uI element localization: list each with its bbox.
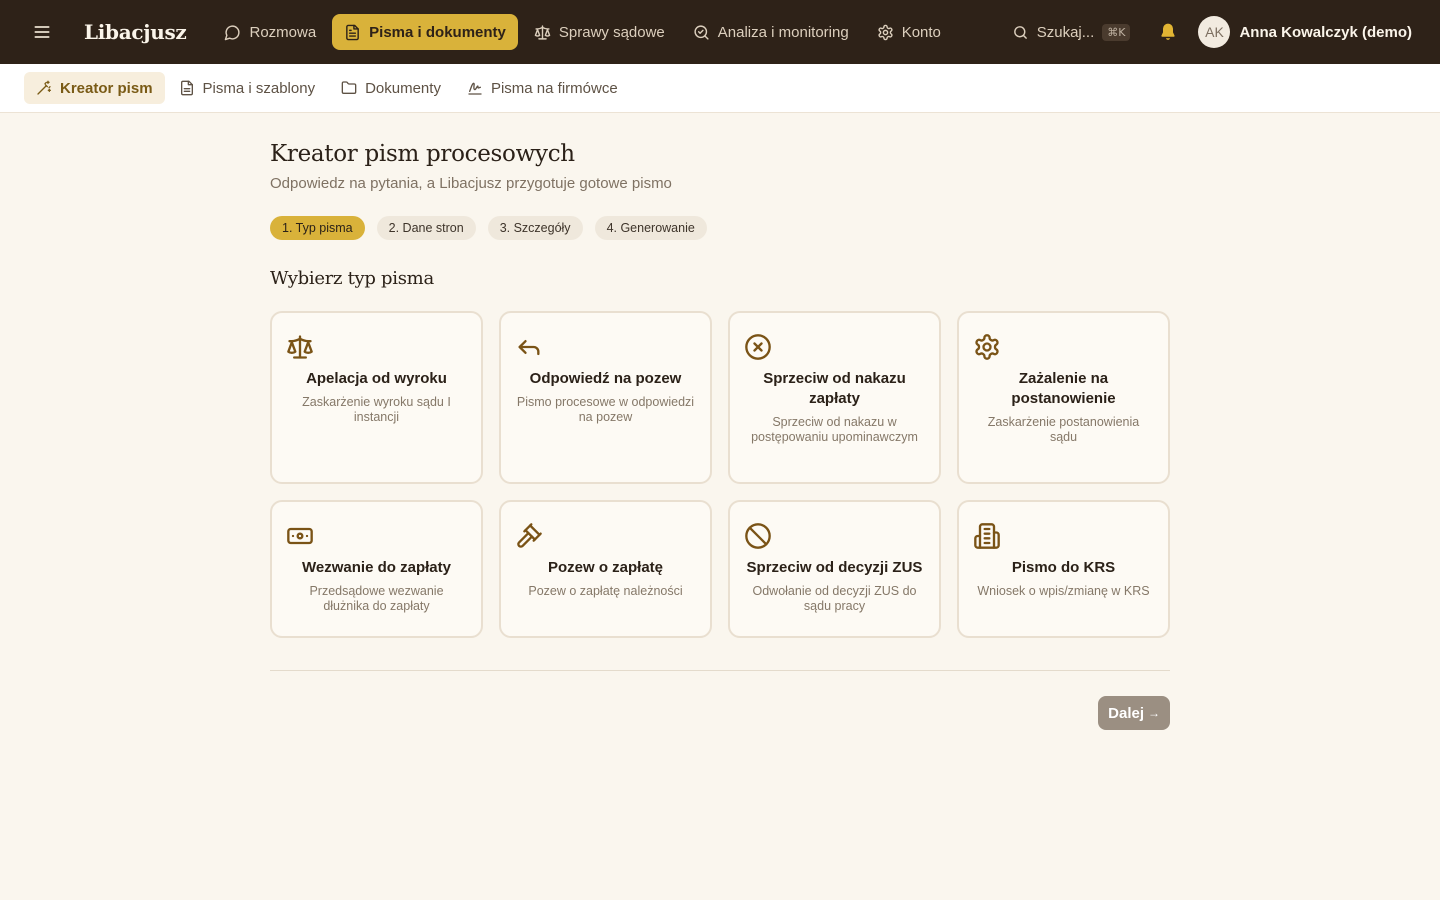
next-button[interactable]: Dalej → — [1098, 696, 1170, 730]
nav-item-label: Konto — [901, 23, 941, 41]
signature-icon — [467, 80, 483, 96]
subnav-item-pisma-i-szablony[interactable]: Pisma i szablony — [167, 72, 328, 104]
gear-icon — [973, 333, 1154, 361]
avatar: AK — [1198, 16, 1231, 48]
card-odpowiedz-na-pozew[interactable]: Odpowiedź na pozew Pismo procesowe w odp… — [499, 311, 712, 484]
card-description: Zaskarżenie wyroku sądu I instancji — [302, 395, 451, 424]
divider — [270, 670, 1170, 671]
arrow-right-icon: → — [1148, 706, 1160, 720]
chat-icon — [224, 24, 241, 41]
hamburger-menu-icon[interactable] — [32, 22, 52, 42]
top-navigation-bar: Libacjusz Rozmowa Pisma i dokumenty Spra… — [0, 0, 1440, 64]
ban-icon — [744, 522, 925, 550]
nav-item-konto[interactable]: Konto — [865, 14, 953, 50]
card-zazalenie-na-postanowienie[interactable]: Zażalenie na postanowienie Zaskarżenie p… — [957, 311, 1170, 484]
search-analysis-icon — [693, 24, 710, 41]
sub-navigation: Kreator pism Pisma i szablony Dokumenty … — [0, 64, 1440, 113]
wizard-actions: Dalej → — [270, 696, 1170, 730]
nav-item-label: Pisma i dokumenty — [369, 23, 506, 41]
x-circle-icon — [744, 333, 925, 361]
file-text-icon — [179, 80, 195, 96]
building-icon — [973, 522, 1154, 550]
card-title: Wezwanie do zapłaty — [302, 559, 451, 576]
main-nav: Rozmowa Pisma i dokumenty Sprawy sądowe … — [212, 14, 952, 50]
subnav-item-label: Kreator pism — [60, 79, 153, 97]
card-description: Pismo procesowe w odpowiedzi na pozew — [516, 395, 695, 424]
card-title: Odpowiedź na pozew — [529, 370, 682, 387]
subnav-item-dokumenty[interactable]: Dokumenty — [329, 72, 453, 104]
card-apelacja-od-wyroku[interactable]: Apelacja od wyroku Zaskarżenie wyroku są… — [270, 311, 483, 484]
bell-icon[interactable] — [1158, 22, 1178, 42]
keyboard-shortcut-badge: ⌘K — [1102, 23, 1131, 41]
card-pismo-do-krs[interactable]: Pismo do KRS Wniosek o wpis/zmianę w KRS — [957, 500, 1170, 638]
nav-item-label: Sprawy sądowe — [558, 23, 665, 41]
app-logo[interactable]: Libacjusz — [84, 20, 187, 44]
card-description: Pozew o zapłatę należności — [528, 584, 683, 598]
card-description: Zaskarżenie postanowienia sądu — [987, 415, 1140, 444]
main-content: Kreator pism procesowych Odpowiedz na py… — [270, 113, 1170, 730]
card-title: Zażalenie na postanowienie — [1011, 370, 1116, 407]
subnav-item-label: Pisma na firmówce — [490, 79, 618, 97]
card-sprzeciw-od-nakazu-zaplaty[interactable]: Sprzeciw od nakazu zapłaty Sprzeciw od n… — [728, 311, 941, 484]
folder-icon — [341, 80, 357, 96]
search-label: Szukaj... — [1036, 23, 1095, 41]
section-title: Wybierz typ pisma — [270, 268, 434, 289]
topbar-actions: Szukaj... ⌘K AK Anna Kowalczyk (demo) — [1012, 16, 1412, 48]
card-title: Sprzeciw od decyzji ZUS — [746, 559, 923, 576]
search-icon — [1012, 24, 1029, 41]
card-description: Przedsądowe wezwanie dłużnika do zapłaty — [309, 584, 444, 613]
card-pozew-o-zaplate[interactable]: Pozew o zapłatę Pozew o zapłatę należnoś… — [499, 500, 712, 638]
page-title: Kreator pism procesowych — [270, 141, 575, 167]
document-icon — [344, 24, 361, 41]
nav-item-pisma-i-dokumenty[interactable]: Pisma i dokumenty — [332, 14, 518, 50]
card-title: Apelacja od wyroku — [306, 370, 447, 387]
reply-arrow-icon — [515, 333, 696, 361]
card-title: Sprzeciw od nakazu zapłaty — [763, 370, 906, 407]
wizard-steps: 1. Typ pisma 2. Dane stron 3. Szczegóły … — [270, 216, 1170, 240]
card-title: Pismo do KRS — [1011, 559, 1116, 576]
magic-wand-icon — [36, 80, 52, 96]
search-button[interactable]: Szukaj... ⌘K — [1012, 23, 1131, 41]
card-description: Wniosek o wpis/zmianę w KRS — [977, 584, 1150, 598]
user-menu[interactable]: AK Anna Kowalczyk (demo) — [1198, 16, 1412, 48]
scale-icon — [534, 24, 551, 41]
step-typ-pisma: 1. Typ pisma — [270, 216, 365, 240]
card-description: Odwołanie od decyzji ZUS do sądu pracy — [752, 584, 917, 613]
nav-item-rozmowa[interactable]: Rozmowa — [212, 14, 328, 50]
banknote-icon — [286, 522, 467, 550]
step-generowanie: 4. Generowanie — [594, 216, 707, 240]
card-wezwanie-do-zaplaty[interactable]: Wezwanie do zapłaty Przedsądowe wezwanie… — [270, 500, 483, 638]
page-subtitle: Odpowiedz na pytania, a Libacjusz przygo… — [270, 175, 672, 192]
card-title: Pozew o zapłatę — [547, 559, 664, 576]
step-dane-stron: 2. Dane stron — [376, 216, 476, 240]
card-description: Sprzeciw od nakazu w postępowaniu upomin… — [751, 415, 918, 444]
document-type-grid: Apelacja od wyroku Zaskarżenie wyroku są… — [270, 311, 1170, 638]
user-name: Anna Kowalczyk (demo) — [1239, 23, 1412, 41]
card-sprzeciw-od-decyzji-zus[interactable]: Sprzeciw od decyzji ZUS Odwołanie od dec… — [728, 500, 941, 638]
next-button-label: Dalej — [1108, 704, 1144, 722]
gear-icon — [877, 24, 894, 41]
subnav-item-label: Pisma i szablony — [202, 79, 316, 97]
subnav-item-pisma-na-firmowce[interactable]: Pisma na firmówce — [455, 72, 630, 104]
nav-item-analiza-i-monitoring[interactable]: Analiza i monitoring — [681, 14, 861, 50]
subnav-item-label: Dokumenty — [365, 79, 441, 97]
nav-item-sprawy-sadowe[interactable]: Sprawy sądowe — [522, 14, 677, 50]
nav-item-label: Analiza i monitoring — [717, 23, 849, 41]
step-szczegoly: 3. Szczegóły — [487, 216, 583, 240]
scale-icon — [286, 333, 467, 361]
nav-item-label: Rozmowa — [249, 23, 317, 41]
subnav-item-kreator-pism[interactable]: Kreator pism — [24, 72, 165, 104]
gavel-icon — [515, 522, 696, 550]
